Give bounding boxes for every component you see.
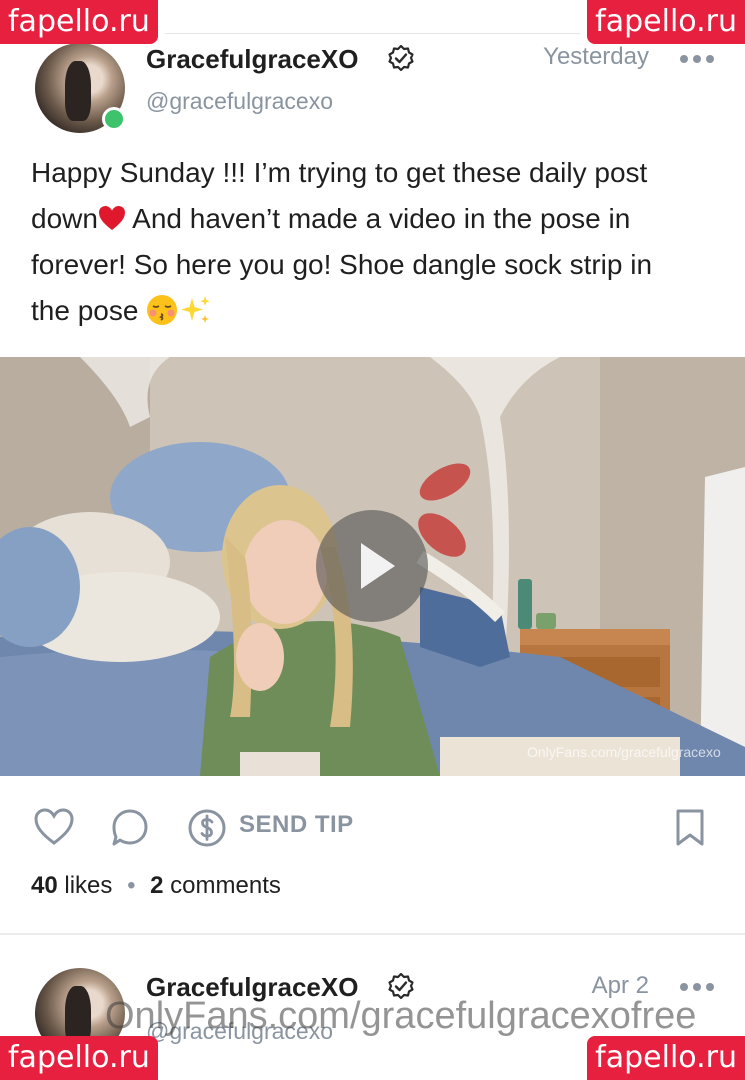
online-status-dot [102, 107, 126, 131]
comment-icon[interactable] [111, 808, 149, 848]
post-stats: 40 likes • 2 comments [31, 872, 281, 900]
site-watermark: fapello.ru [0, 1036, 158, 1080]
post-text-line: down And haven’t made a video in the pos… [31, 196, 721, 242]
send-tip-button[interactable]: SEND TIP [239, 811, 354, 839]
site-watermark: fapello.ru [0, 0, 158, 44]
verified-icon [388, 44, 414, 72]
site-watermark: fapello.ru [587, 0, 745, 44]
heart-icon[interactable] [34, 808, 74, 846]
post-text-line: Happy Sunday !!! I’m trying to get these… [31, 157, 648, 188]
dollar-icon[interactable] [187, 808, 227, 848]
author-handle[interactable]: @gracefulgracexo [146, 88, 333, 115]
video-watermark: OnlyFans.com/gracefulgracexo [527, 744, 721, 760]
post-text: Happy Sunday !!! I’m trying to get these… [31, 150, 721, 334]
post-text-line: the pose [31, 288, 721, 334]
post-text-segment: And haven’t made a video in the pose in [125, 203, 631, 234]
bookmark-icon[interactable] [674, 808, 706, 848]
author-name[interactable]: GracefulgraceXO [146, 44, 358, 75]
post-header: GracefulgraceXO @gracefulgracexo Yesterd… [0, 35, 745, 145]
likes-label[interactable]: likes [64, 872, 112, 899]
comments-label[interactable]: comments [170, 872, 281, 899]
post-text-segment: the pose [31, 295, 147, 326]
site-watermark: fapello.ru [587, 1036, 745, 1080]
likes-count: 40 [31, 872, 58, 899]
red-heart-icon [98, 206, 125, 230]
onlyfans-watermark: OnlyFans.com/gracefulgracexofree [105, 995, 697, 1037]
post-timestamp: Yesterday [543, 43, 649, 70]
separator-dot: • [127, 872, 136, 899]
more-icon[interactable] [680, 983, 714, 993]
play-icon[interactable] [316, 510, 428, 622]
more-icon[interactable] [680, 55, 714, 65]
post-text-segment: down [31, 203, 98, 234]
post-actions: SEND TIP [0, 800, 745, 860]
post-divider [0, 933, 745, 935]
kissing-face-icon [147, 295, 178, 325]
comments-count: 2 [150, 872, 164, 899]
top-divider [165, 33, 580, 34]
sparkles-icon [181, 296, 211, 323]
post-text-line: forever! So here you go! Shoe dangle soc… [31, 249, 653, 280]
